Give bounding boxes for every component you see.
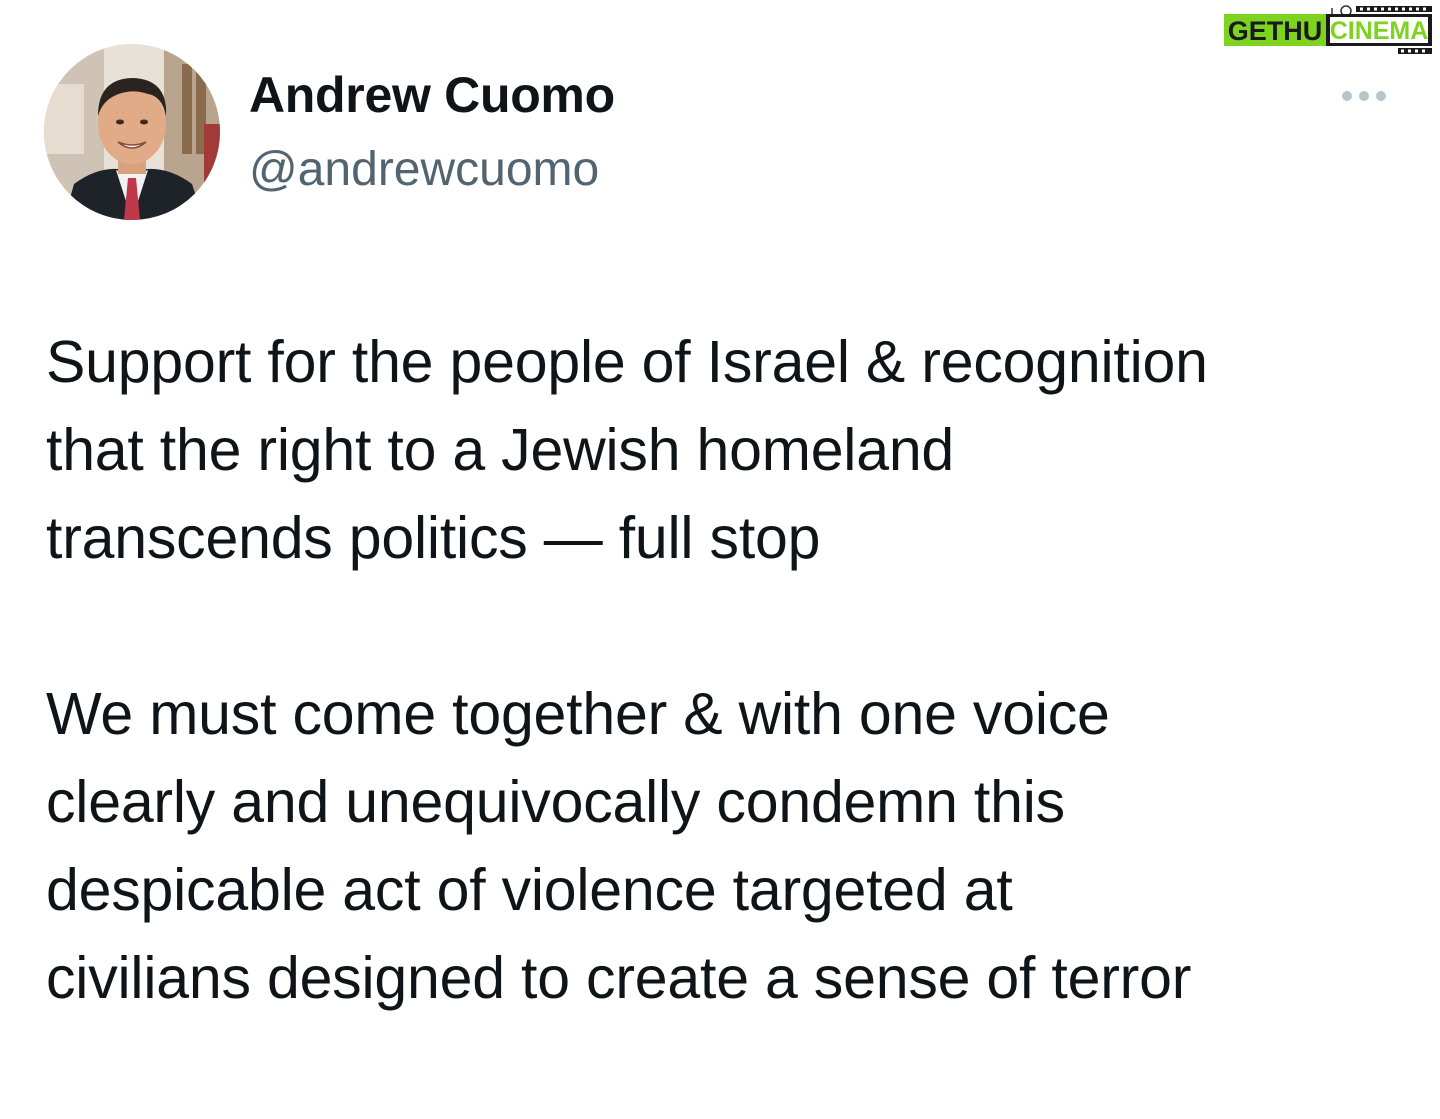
tweet-card: Andrew Cuomo @andrewcuomo Support for th… [0, 0, 1440, 1119]
tweet-paragraph: We must come together & with one voice c… [46, 681, 1192, 1011]
gethu-cinema-watermark-logo: GETHU CINEMA [1222, 4, 1436, 58]
svg-text:CINEMA: CINEMA [1330, 17, 1429, 45]
profile-photo-icon [44, 44, 220, 220]
author-handle[interactable]: @andrewcuomo [249, 142, 599, 197]
svg-text:GETHU: GETHU [1228, 16, 1323, 46]
tweet-text: Support for the people of Israel & recog… [46, 318, 1416, 1022]
author-avatar[interactable] [44, 44, 220, 220]
more-horizontal-icon [1342, 91, 1386, 101]
more-options-button[interactable] [1332, 80, 1396, 112]
tweet-paragraph: Support for the people of Israel & recog… [46, 329, 1208, 571]
author-name[interactable]: Andrew Cuomo [249, 66, 615, 124]
